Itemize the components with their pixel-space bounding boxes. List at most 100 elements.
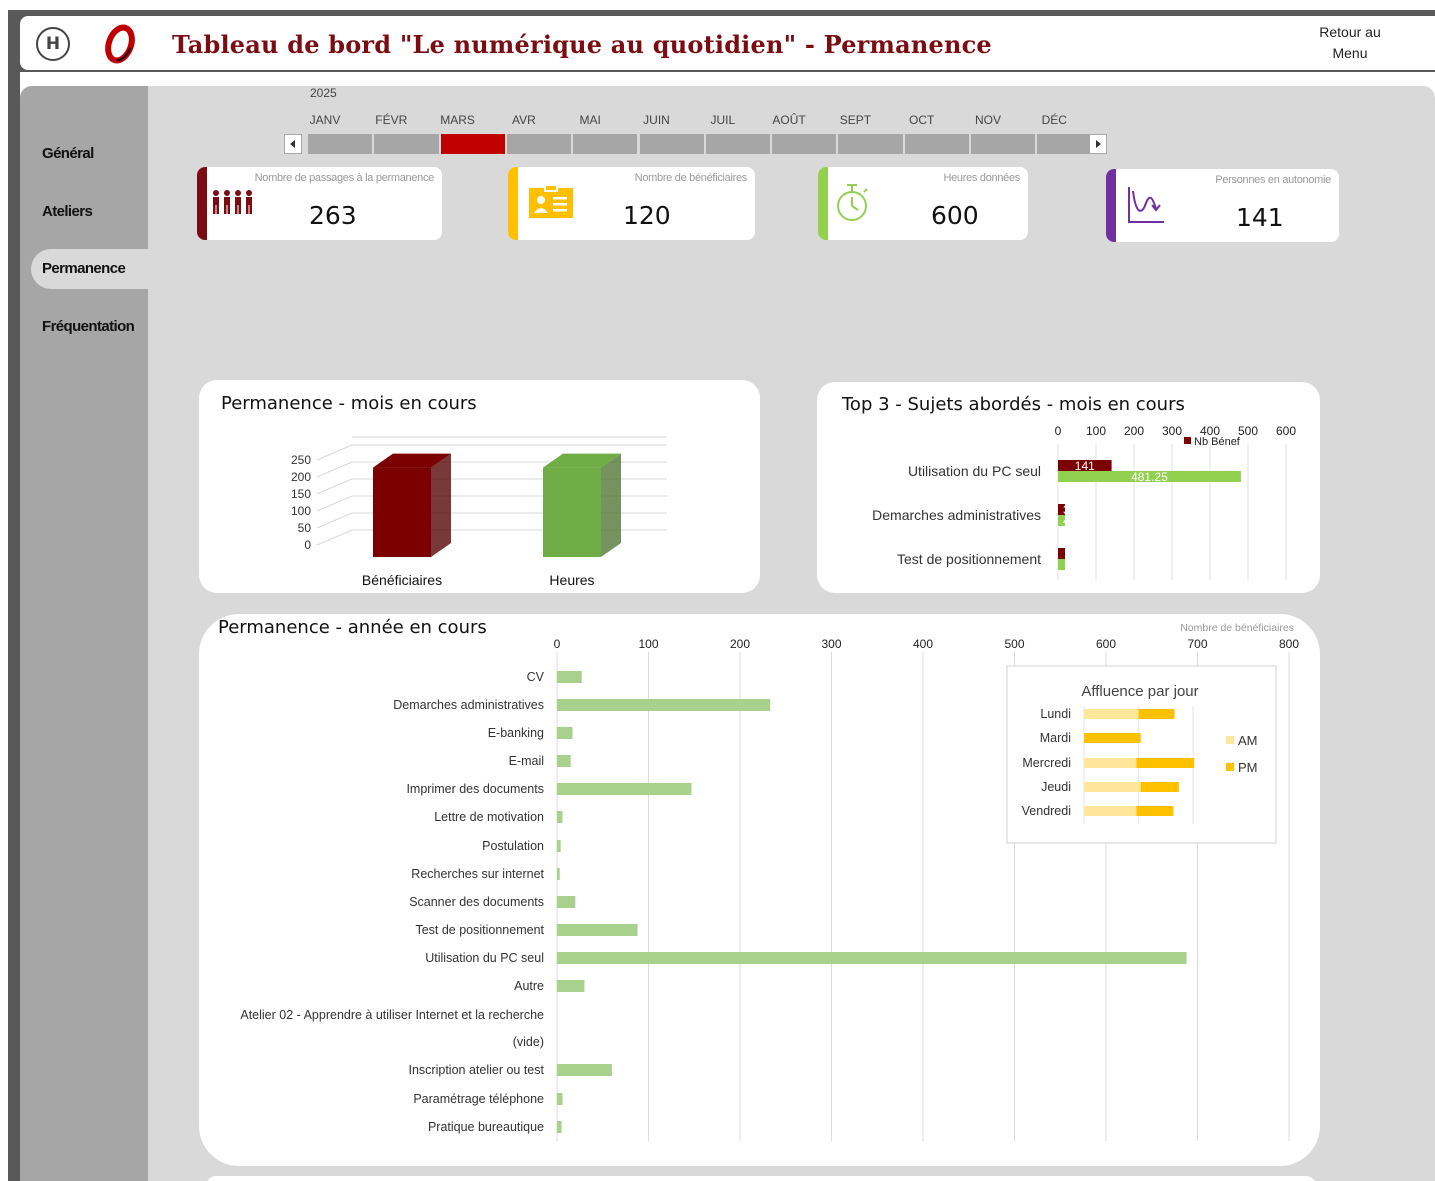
inset-legend-label: PM — [1238, 760, 1258, 775]
x-tick-label: 0 — [554, 637, 561, 651]
data-label: 141 — [1075, 459, 1095, 473]
month-segment-10[interactable] — [971, 134, 1036, 154]
month-label-5: JUIN — [643, 113, 670, 127]
category-label: CV — [527, 670, 545, 684]
kpi-label: Heures données — [943, 172, 1020, 184]
category-label: Postulation — [482, 839, 544, 853]
gridline-side — [316, 512, 353, 529]
month-segment-3[interactable] — [506, 134, 572, 154]
x-tick-label: 300 — [1162, 424, 1182, 438]
y-tick-label: 0 — [304, 538, 311, 552]
timeline-scroll-right[interactable] — [1089, 134, 1107, 154]
bar-7 — [557, 868, 560, 880]
bar-10 — [557, 952, 1187, 964]
category-label: Utilisation du PC seul — [908, 463, 1041, 479]
month-segment-1[interactable] — [374, 134, 439, 154]
back-to-menu-button[interactable]: Retour au Menu — [1300, 22, 1400, 64]
timeline-scroll-left[interactable] — [284, 134, 302, 154]
inset-bar-am — [1084, 782, 1141, 792]
inset-affluence-chart: Affluence par jour Lundi Mardi Mercredi Jeud… — [1006, 665, 1277, 844]
nav-general[interactable]: Général — [42, 145, 94, 162]
legend-label: Nb Bénef — [1194, 436, 1241, 448]
category-label: Pratique bureautique — [428, 1120, 544, 1134]
kpi-accent-bar — [1106, 169, 1116, 242]
triangle-right-icon — [1096, 140, 1101, 148]
inset-bar-am — [1084, 758, 1137, 768]
inset-bar-pm — [1138, 709, 1175, 719]
inset-legend-swatch — [1226, 736, 1234, 744]
gridline-side — [316, 461, 353, 478]
month-segment-8[interactable] — [838, 134, 903, 154]
id-card-icon — [529, 185, 573, 218]
page-title: Tableau de bord "Le numérique au quotidi… — [172, 30, 992, 59]
inset-bar-pm — [1084, 733, 1141, 743]
x-category-label: Heures — [549, 572, 594, 588]
month-label-6: JUIL — [710, 113, 736, 127]
month-label-4: MAI — [579, 113, 601, 127]
stopwatch-icon — [837, 184, 868, 221]
chart-top3-sujets: 0 100 200 300 400 500 600Nb BénefUtilisation d… — [872, 424, 1296, 580]
kpi-label: Nombre de passages à la permanence — [254, 172, 435, 184]
data-label: 481.25 — [1131, 470, 1168, 484]
nav-frequentation[interactable]: Fréquentation — [42, 318, 135, 335]
bar-6 — [557, 840, 561, 852]
chart-permanence-annee: Nombre de bénéficiaires 0 100 200 300 400 500 6… — [240, 622, 1299, 1141]
y-tick-label: 200 — [291, 470, 311, 484]
x-tick-label: 700 — [1187, 637, 1207, 651]
bar-15 — [557, 1093, 563, 1105]
bar-11 — [557, 980, 585, 992]
inset-day-label: Vendredi — [1022, 804, 1071, 818]
month-label-0: JANV — [309, 113, 341, 127]
kpi-value: 141 — [1236, 203, 1284, 232]
bar-bénéficiaires — [373, 467, 431, 557]
bar-4 — [557, 783, 692, 795]
category-label: Inscription atelier ou test — [409, 1063, 545, 1077]
month-label-7: AOÛT — [772, 113, 806, 127]
month-label-10: NOV — [974, 113, 1001, 127]
month-segment-5[interactable] — [639, 134, 704, 154]
category-label: Test de positionnement — [415, 923, 544, 937]
inset-legend-swatch — [1226, 763, 1234, 771]
category-label: Lettre de motivation — [434, 810, 544, 824]
category-label: (vide) — [513, 1035, 544, 1049]
category-label: Recherches sur internet — [411, 867, 544, 881]
triangle-left-icon — [290, 140, 295, 148]
inset-day-label: Lundi — [1040, 707, 1071, 721]
month-label-8: SEPT — [839, 113, 872, 127]
chart-line-icon — [1128, 187, 1164, 223]
chart-permanence-mois: 250 200 150 100 50 0 Bénéficiaires Heures — [291, 436, 667, 588]
x-tick-label: 200 — [730, 637, 750, 651]
legend-swatch — [1184, 437, 1191, 444]
month-segment-9[interactable] — [904, 134, 969, 154]
x-tick-label: 100 — [638, 637, 658, 651]
category-label: Imprimer des documents — [406, 782, 544, 796]
month-segment-4[interactable] — [573, 134, 638, 154]
bar-5 — [557, 811, 563, 823]
inset-bar-pm — [1140, 782, 1179, 792]
category-label: Autre — [514, 979, 544, 993]
kpi-card-passages: Nombre de passages à la permanence 263 — [197, 167, 442, 240]
nav-permanence[interactable]: Permanence — [42, 260, 126, 277]
x-tick-label: 0 — [1055, 424, 1062, 438]
bar-14 — [557, 1064, 612, 1076]
logo-h-icon: H — [36, 27, 70, 61]
month-label-9: OCT — [909, 113, 935, 127]
month-segment-0[interactable] — [308, 134, 373, 154]
inset-legend-label: AM — [1238, 733, 1258, 748]
month-label-3: AVR — [511, 113, 536, 127]
x-tick-label: 200 — [1124, 424, 1144, 438]
nav-ateliers[interactable]: Ateliers — [42, 203, 93, 220]
dashboard: H Tableau de bord "Le numérique au quoti… — [0, 0, 1435, 1181]
category-label: E-mail — [509, 754, 544, 768]
inset-day-label: Mardi — [1040, 731, 1071, 745]
month-segment-7[interactable] — [772, 134, 837, 154]
bar-0 — [557, 671, 582, 683]
gridline-side — [316, 529, 353, 546]
kpi-value: 120 — [623, 201, 671, 230]
bar-heures — [543, 467, 601, 557]
x-tick-label: 400 — [913, 637, 933, 651]
month-segment-2[interactable] — [440, 134, 505, 154]
month-segment-6[interactable] — [705, 134, 771, 154]
y-tick-label: 100 — [291, 504, 311, 518]
inset-bar-am — [1084, 709, 1139, 719]
